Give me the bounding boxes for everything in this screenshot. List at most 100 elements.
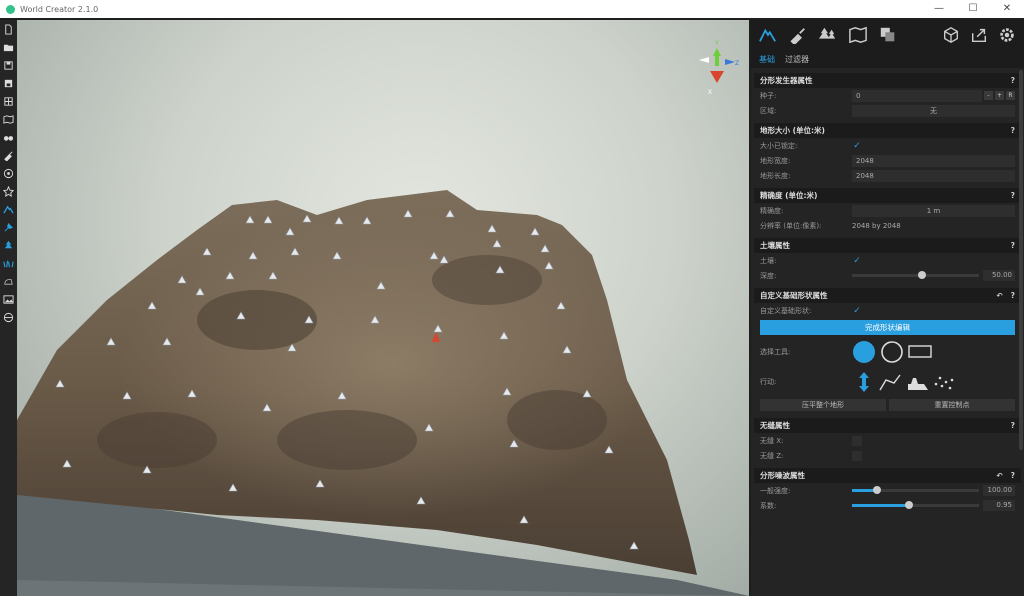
custom-shape-checkbox[interactable]: ✓ [852, 306, 862, 316]
size-locked-checkbox[interactable]: ✓ [852, 141, 862, 151]
pin-icon[interactable] [0, 218, 17, 236]
soil-row: 土壤: ✓ [754, 253, 1021, 268]
help-button[interactable]: ? [1011, 471, 1015, 480]
depth-slider[interactable]: 50.00 [852, 270, 1015, 282]
raise-lower-icon[interactable] [859, 372, 869, 392]
help-button[interactable]: ? [1011, 291, 1015, 300]
minimize-button[interactable]: — [922, 0, 956, 18]
undo-icon[interactable]: ↶ [996, 291, 1002, 300]
section-title: 地形大小 (单位:米) [760, 126, 825, 135]
section-terrain-size[interactable]: 地形大小 (单位:米) ? [754, 123, 1021, 138]
help-button[interactable]: ? [1011, 191, 1015, 200]
star-icon[interactable] [0, 182, 17, 200]
seamless-x-checkbox[interactable] [852, 435, 862, 446]
help-button[interactable]: ? [1011, 126, 1015, 135]
maximize-button[interactable]: ☐ [956, 0, 990, 18]
undo-icon[interactable]: ↶ [996, 471, 1002, 480]
tab-filters[interactable]: 过滤器 [785, 54, 809, 65]
flatten-terrain-button[interactable]: 压平整个地形 [760, 399, 886, 411]
soil-label: 土壤: [760, 256, 777, 265]
resolution-value: 2048 by 2048 [852, 221, 901, 230]
image-icon[interactable] [0, 290, 17, 308]
seed-input[interactable]: 0 [852, 89, 982, 102]
strength-value[interactable]: 100.00 [983, 485, 1015, 496]
terrain-mesh[interactable] [17, 20, 749, 596]
cube-icon[interactable] [940, 24, 962, 46]
export-icon[interactable] [0, 92, 17, 110]
new-file-icon[interactable] [0, 20, 17, 38]
panel-scrollbar[interactable] [1019, 70, 1023, 450]
flatten-tool-icon[interactable] [908, 378, 928, 390]
resolution-row: 分辨率 (单位:像素): 2048 by 2048 [754, 218, 1021, 233]
globe-icon[interactable] [0, 308, 17, 326]
open-folder-icon[interactable] [0, 38, 17, 56]
brush-mode-icon[interactable] [787, 24, 809, 46]
size-locked-row: 大小已锁定: ✓ [754, 138, 1021, 153]
custom-shape-label: 自定义基础形状: [760, 306, 812, 315]
factor-slider-knob[interactable] [905, 501, 914, 509]
properties-panel: 基础 过滤器 分形发生器属性 ? 种子: 0 - + R 区域: 无 地形大小 … [751, 20, 1024, 596]
seamless-z-checkbox[interactable] [852, 450, 862, 461]
section-custom-base-shape[interactable]: 自定义基础形状属性 ↶ ? [754, 288, 1021, 303]
terrain-mode-icon[interactable] [757, 24, 779, 46]
section-precision[interactable]: 精确度 (单位:米) ? [754, 188, 1021, 203]
orientation-gizmo[interactable]: Y Z X [695, 36, 743, 96]
section-fractal-generator[interactable]: 分形发生器属性 ? [754, 73, 1021, 88]
seed-minus-button[interactable]: - [984, 91, 993, 100]
circle-fill-tool-icon[interactable] [853, 341, 875, 363]
grass-icon[interactable] [0, 254, 17, 272]
reset-control-points-button[interactable]: 重置控制点 [889, 399, 1015, 411]
map-mode-icon[interactable] [847, 24, 869, 46]
depth-slider-knob[interactable] [917, 271, 926, 279]
save-as-icon[interactable] [0, 74, 17, 92]
shape-tool-group [853, 341, 932, 363]
help-button[interactable]: ? [1011, 241, 1015, 250]
mountain-icon[interactable] [0, 200, 17, 218]
length-input[interactable]: 2048 [852, 169, 1015, 182]
factor-slider[interactable]: 0.95 [852, 500, 1015, 512]
section-soil[interactable]: 土壤属性 ? [754, 238, 1021, 253]
close-button[interactable]: ✕ [990, 0, 1024, 18]
seed-random-button[interactable]: R [1006, 91, 1015, 100]
map-icon[interactable] [0, 110, 17, 128]
brush-icon[interactable] [0, 146, 17, 164]
help-button[interactable]: ? [1011, 421, 1015, 430]
gizmo-y-label: Y [714, 40, 719, 47]
binoculars-icon[interactable] [0, 128, 17, 146]
strength-slider[interactable]: 100.00 [852, 485, 1015, 497]
scatter-tool-icon[interactable] [934, 376, 954, 390]
strength-slider-knob[interactable] [873, 486, 882, 494]
soil-checkbox[interactable]: ✓ [852, 256, 862, 266]
shape-action-buttons: 压平整个地形 重置控制点 [760, 399, 1015, 411]
path-tool-icon[interactable] [879, 374, 901, 391]
tab-basic[interactable]: 基础 [759, 54, 775, 65]
factor-value[interactable]: 0.95 [983, 500, 1015, 511]
layers-mode-icon[interactable] [877, 24, 899, 46]
width-input[interactable]: 2048 [852, 154, 1015, 167]
circle-outline-tool-icon[interactable] [881, 341, 903, 363]
trees-mode-icon[interactable] [817, 24, 839, 46]
section-title: 分形发生器属性 [760, 76, 813, 85]
section-title: 自定义基础形状属性 [760, 291, 828, 300]
tree-icon[interactable] [0, 236, 17, 254]
rectangle-tool-icon[interactable] [908, 345, 932, 358]
factor-label: 系数: [760, 501, 777, 510]
save-icon[interactable] [0, 56, 17, 74]
action-row: 行动: [751, 367, 1024, 397]
seed-plus-button[interactable]: + [995, 91, 1004, 100]
share-icon[interactable] [968, 24, 990, 46]
target-icon[interactable] [0, 164, 17, 182]
panel-tabs: 基础 过滤器 [751, 50, 1024, 68]
precision-select[interactable]: 1 m [852, 204, 1015, 217]
region-select[interactable]: 无 [852, 104, 1015, 117]
section-fractal-noise[interactable]: 分形噪波属性 ↶ ? [754, 468, 1021, 483]
section-seamless[interactable]: 无缝属性 ? [754, 418, 1021, 433]
finish-shape-edit-button[interactable]: 完成形状编辑 [760, 320, 1015, 335]
terrain-viewport[interactable]: Y Z X [17, 20, 749, 596]
rock-icon[interactable] [0, 272, 17, 290]
settings-gear-icon[interactable] [996, 24, 1018, 46]
app-logo-icon [6, 4, 15, 14]
depth-row: 深度: 50.00 [754, 268, 1021, 283]
depth-value[interactable]: 50.00 [983, 270, 1015, 281]
help-button[interactable]: ? [1011, 76, 1015, 85]
